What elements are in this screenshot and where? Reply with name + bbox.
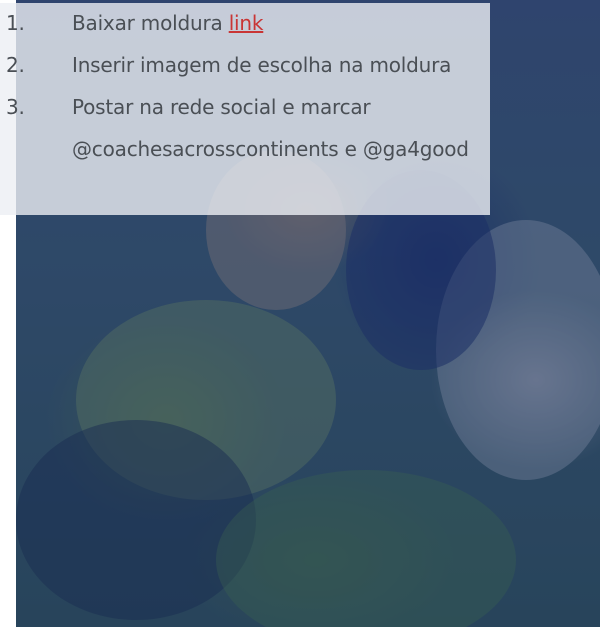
step-text: Inserir imagem de escolha na moldura xyxy=(72,53,452,77)
step-text: Postar na rede social e marcar xyxy=(72,95,371,119)
step-text-continuation: @coachesacrosscontinents e @ga4good xyxy=(72,137,469,161)
download-frame-link[interactable]: link xyxy=(229,11,264,35)
list-item: 2. Inserir imagem de escolha na moldura xyxy=(0,45,490,87)
left-margin xyxy=(0,297,16,627)
step-number: 3. xyxy=(6,95,25,119)
step-number: 2. xyxy=(6,53,25,77)
instructions-list: 1. Baixar moldura link 2. Inserir imagem… xyxy=(0,3,490,171)
step-number: 1. xyxy=(6,11,25,35)
list-item: 1. Baixar moldura link xyxy=(0,3,490,45)
step-text: Baixar moldura link xyxy=(72,11,264,35)
list-item-continuation: @coachesacrosscontinents e @ga4good xyxy=(0,129,490,171)
list-item: 3. Postar na rede social e marcar xyxy=(0,87,490,129)
